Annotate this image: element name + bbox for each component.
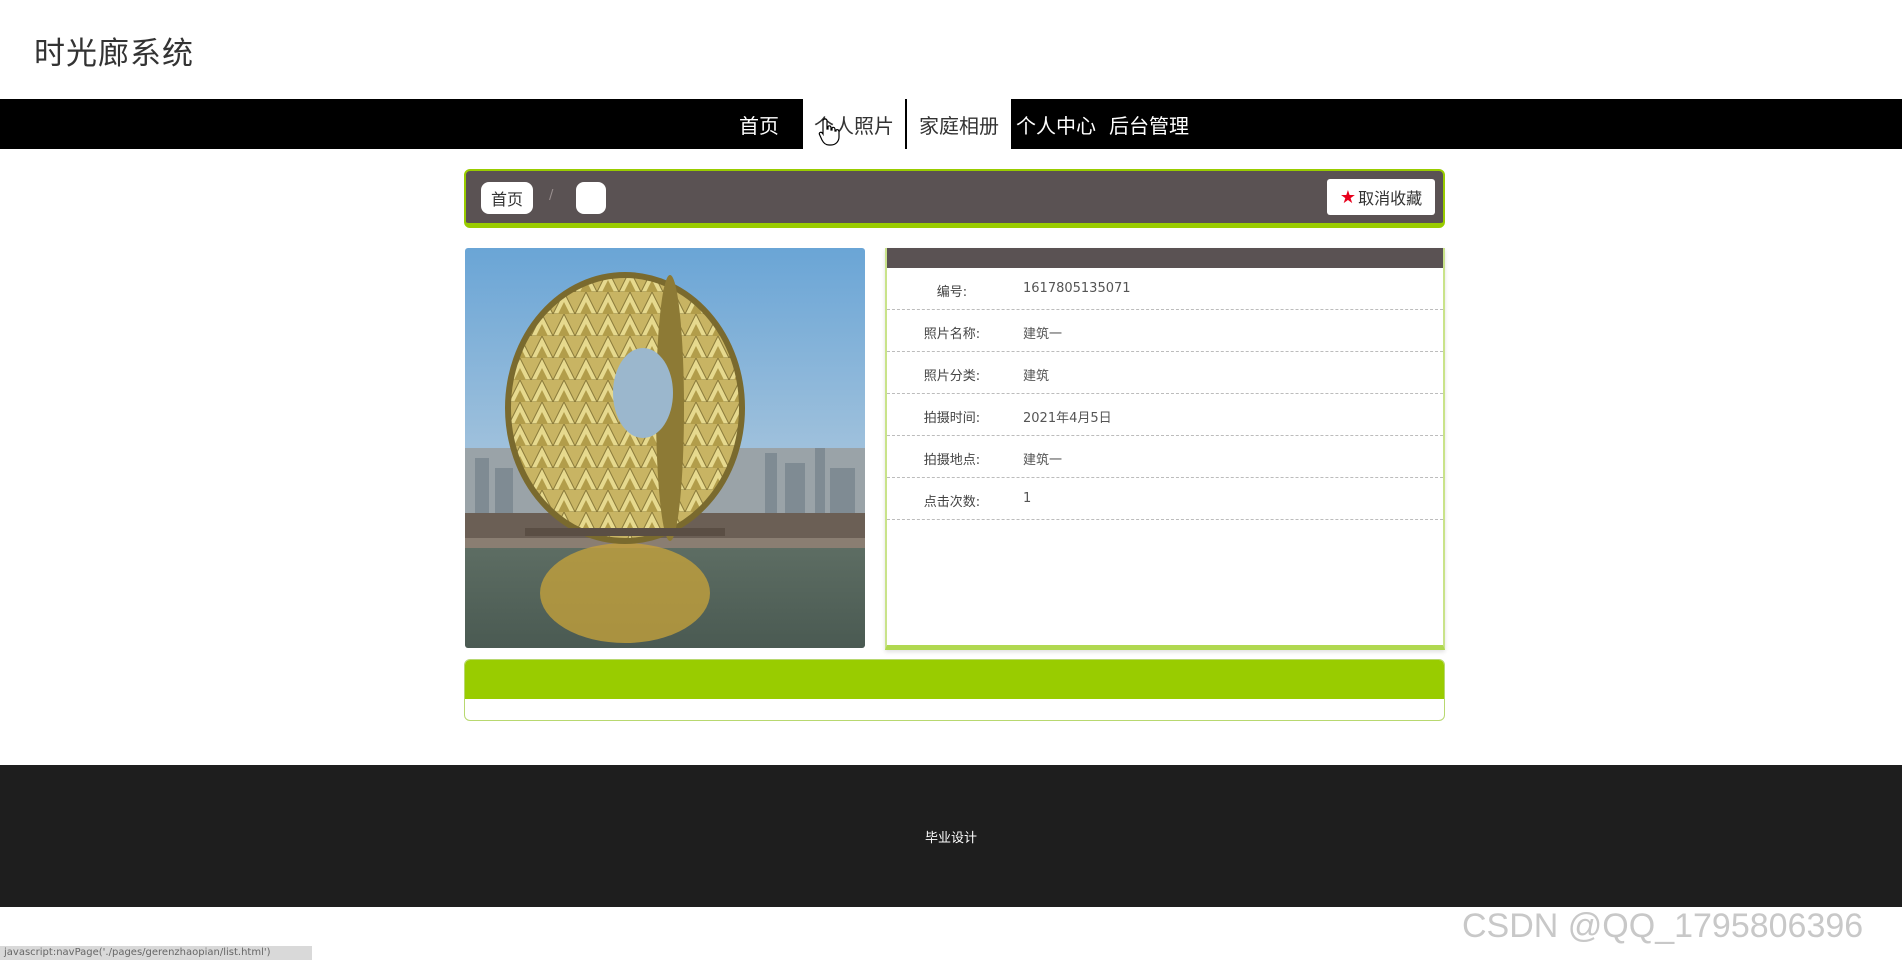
details-header [887,248,1443,268]
hand-cursor-icon [818,118,840,146]
detail-row-date: 拍摄时间: 2021年4月5日 [887,394,1443,436]
detail-label: 照片分类: [923,369,981,384]
nav-item-personal-center[interactable]: 个人中心 [1011,99,1101,149]
detail-value: 建筑一 [1023,327,1063,342]
detail-label: 拍摄时间: [923,411,981,426]
nav-item-home[interactable]: 首页 [715,99,803,149]
watermark: CSDN @QQ_1795806396 [1462,907,1864,945]
breadcrumb: 首页 / ★ 取消收藏 [464,169,1445,228]
detail-label: 照片名称: [923,327,981,342]
detail-value: 建筑 [1023,369,1050,384]
detail-value: 建筑一 [1023,453,1063,468]
photo-details-panel: 编号: 1617805135071 照片名称: 建筑一 照片分类: 建筑 拍摄时… [885,248,1445,650]
star-icon: ★ [1339,186,1357,208]
detail-label: 编号: [936,285,968,300]
content-section [464,659,1445,721]
footer-text: 毕业设计 [924,830,977,846]
unfavorite-button[interactable]: ★ 取消收藏 [1327,179,1435,215]
nav-item-admin[interactable]: 后台管理 [1101,99,1197,149]
breadcrumb-home-link[interactable]: 首页 [481,182,533,214]
main-nav: 首页 个人照片 家庭相册 个人中心 后台管理 [0,99,1902,149]
content-section-header [465,660,1444,699]
detail-value: 1 [1023,491,1032,506]
detail-row-clicks: 点击次数: 1 [887,478,1443,520]
status-bar-url: javascript:navPage('./pages/gerenzhaopia… [0,946,312,960]
detail-label: 拍摄地点: [923,453,981,468]
photo-image [465,248,865,648]
detail-label: 点击次数: [923,495,981,510]
nav-item-family-album[interactable]: 家庭相册 [907,99,1011,149]
footer: 毕业设计 [0,765,1902,907]
detail-row-name: 照片名称: 建筑一 [887,310,1443,352]
breadcrumb-separator: / [549,188,554,203]
detail-value: 2021年4月5日 [1023,411,1112,426]
site-title: 时光廊系统 [34,36,194,72]
unfavorite-label: 取消收藏 [1358,189,1423,208]
detail-row-category: 照片分类: 建筑 [887,352,1443,394]
breadcrumb-current [576,182,606,214]
detail-value: 1617805135071 [1023,281,1131,296]
detail-row-id: 编号: 1617805135071 [887,268,1443,310]
detail-row-location: 拍摄地点: 建筑一 [887,436,1443,478]
